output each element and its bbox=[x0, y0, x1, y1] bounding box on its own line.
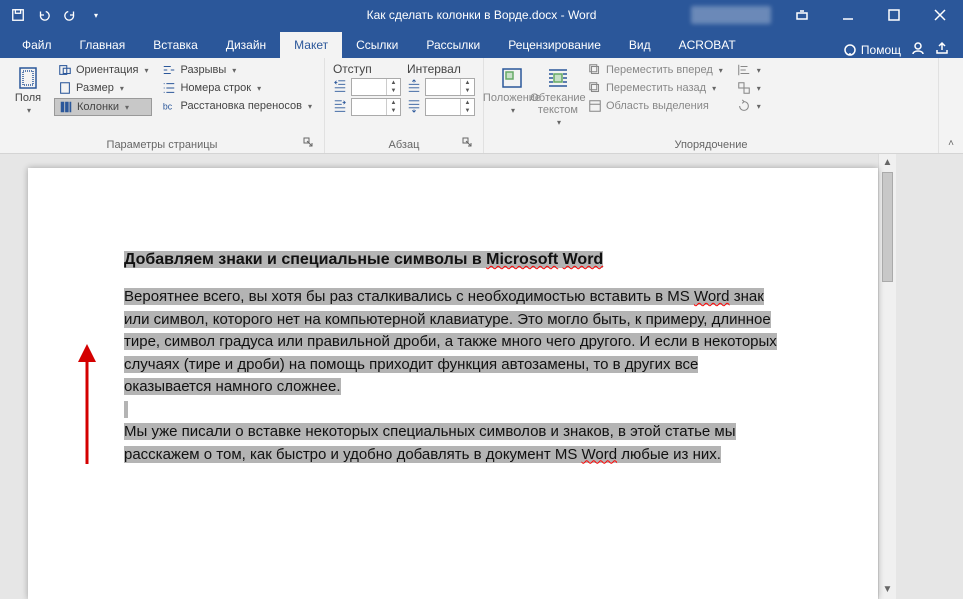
tab-review[interactable]: Рецензирование bbox=[494, 32, 615, 58]
send-backward-button[interactable]: Переместить назад▾ bbox=[584, 80, 727, 96]
spacing-label: Интервал bbox=[407, 62, 475, 76]
group-paragraph-label: Абзац bbox=[389, 139, 420, 151]
titlebar: ▾ Как сделать колонки в Ворде.docx - Wor… bbox=[0, 0, 963, 30]
spacing-after-icon bbox=[407, 99, 421, 116]
margins-button[interactable]: Поля ▾ bbox=[8, 62, 48, 137]
orientation-button[interactable]: Ориентация▾ bbox=[54, 62, 152, 78]
tab-mailings[interactable]: Рассылки bbox=[412, 32, 494, 58]
spacing-before-spinner[interactable]: ▲▼ bbox=[425, 78, 475, 96]
document-page[interactable]: Добавляем знаки и специальные символы в … bbox=[28, 168, 878, 599]
save-button[interactable] bbox=[6, 3, 30, 27]
tab-layout[interactable]: Макет bbox=[280, 32, 342, 58]
tab-insert[interactable]: Вставка bbox=[139, 32, 212, 58]
line-numbers-button[interactable]: Номера строк▾ bbox=[158, 80, 316, 96]
group-page-setup: Поля ▾ Ориентация▾ Размер▾ Колонки▾ Разр… bbox=[0, 58, 325, 153]
collapse-ribbon-button[interactable]: ˄ bbox=[948, 138, 954, 149]
group-arrange-label: Упорядочение bbox=[674, 139, 747, 151]
share-icon[interactable] bbox=[935, 41, 949, 58]
scroll-thumb[interactable] bbox=[882, 172, 893, 282]
tab-acrobat[interactable]: ACROBAT bbox=[665, 32, 750, 58]
spacing-before-icon bbox=[407, 79, 421, 96]
page-setup-launcher[interactable] bbox=[302, 137, 314, 149]
tab-design[interactable]: Дизайн bbox=[212, 32, 280, 58]
tab-file[interactable]: Файл bbox=[8, 32, 66, 58]
indent-right-icon bbox=[333, 99, 347, 116]
quick-access-toolbar: ▾ bbox=[0, 3, 108, 27]
position-button[interactable]: Положение▾ bbox=[492, 62, 532, 137]
account-name[interactable] bbox=[691, 6, 771, 24]
wrap-text-button[interactable]: Обтекание текстом▾ bbox=[538, 62, 578, 137]
ribbon-options-button[interactable] bbox=[779, 0, 825, 30]
indent-left-spinner[interactable]: ▲▼ bbox=[351, 78, 401, 96]
qat-dropdown[interactable]: ▾ bbox=[84, 3, 108, 27]
tab-home[interactable]: Главная bbox=[66, 32, 140, 58]
doc-paragraph-2[interactable]: Мы уже писали о вставке некоторых специа… bbox=[124, 421, 782, 466]
doc-paragraph-spacer[interactable] bbox=[124, 399, 782, 422]
group-paragraph: Отступ ▲▼ ▲▼ Интервал ▲▼ ▲▼ bbox=[325, 58, 484, 153]
scroll-up-arrow[interactable]: ▲ bbox=[879, 154, 896, 172]
tell-me[interactable]: Помощ bbox=[843, 43, 901, 57]
scroll-track[interactable] bbox=[879, 172, 896, 581]
vertical-scrollbar[interactable]: ▲ ▼ bbox=[878, 154, 896, 599]
redo-button[interactable] bbox=[58, 3, 82, 27]
hyphenation-button[interactable]: bcРасстановка переносов▾ bbox=[158, 98, 316, 114]
indent-left-icon bbox=[333, 79, 347, 96]
document-area: Добавляем знаки и специальные символы в … bbox=[0, 154, 963, 599]
close-button[interactable] bbox=[917, 0, 963, 30]
size-button[interactable]: Размер▾ bbox=[54, 80, 152, 96]
svg-text:bc: bc bbox=[163, 102, 173, 112]
maximize-button[interactable] bbox=[871, 0, 917, 30]
group-page-setup-label: Параметры страницы bbox=[107, 139, 218, 151]
columns-button[interactable]: Колонки▾ bbox=[54, 98, 152, 116]
doc-heading[interactable]: Добавляем знаки и специальные символы в … bbox=[124, 248, 782, 272]
selection-pane-button[interactable]: Область выделения bbox=[584, 98, 727, 114]
group-objects-button[interactable]: ▾ bbox=[733, 80, 765, 96]
spacing-after-spinner[interactable]: ▲▼ bbox=[425, 98, 475, 116]
ribbon-panel: Поля ▾ Ориентация▾ Размер▾ Колонки▾ Разр… bbox=[0, 58, 963, 154]
breaks-button[interactable]: Разрывы▾ bbox=[158, 62, 316, 78]
rotate-button[interactable]: ▾ bbox=[733, 98, 765, 114]
tab-references[interactable]: Ссылки bbox=[342, 32, 412, 58]
group-arrange: Положение▾ Обтекание текстом▾ Переместит… bbox=[484, 58, 939, 153]
tab-view[interactable]: Вид bbox=[615, 32, 665, 58]
ribbon-tabs: Файл Главная Вставка Дизайн Макет Ссылки… bbox=[0, 30, 963, 58]
undo-button[interactable] bbox=[32, 3, 56, 27]
bring-forward-button[interactable]: Переместить вперед▾ bbox=[584, 62, 727, 78]
doc-paragraph-1[interactable]: Вероятнее всего, вы хотя бы раз сталкива… bbox=[124, 286, 782, 399]
minimize-button[interactable] bbox=[825, 0, 871, 30]
align-button[interactable]: ▾ bbox=[733, 62, 765, 78]
account-icon[interactable] bbox=[911, 41, 925, 58]
paragraph-launcher[interactable] bbox=[461, 137, 473, 149]
scroll-down-arrow[interactable]: ▼ bbox=[879, 581, 896, 599]
indent-label: Отступ bbox=[333, 62, 401, 76]
indent-right-spinner[interactable]: ▲▼ bbox=[351, 98, 401, 116]
